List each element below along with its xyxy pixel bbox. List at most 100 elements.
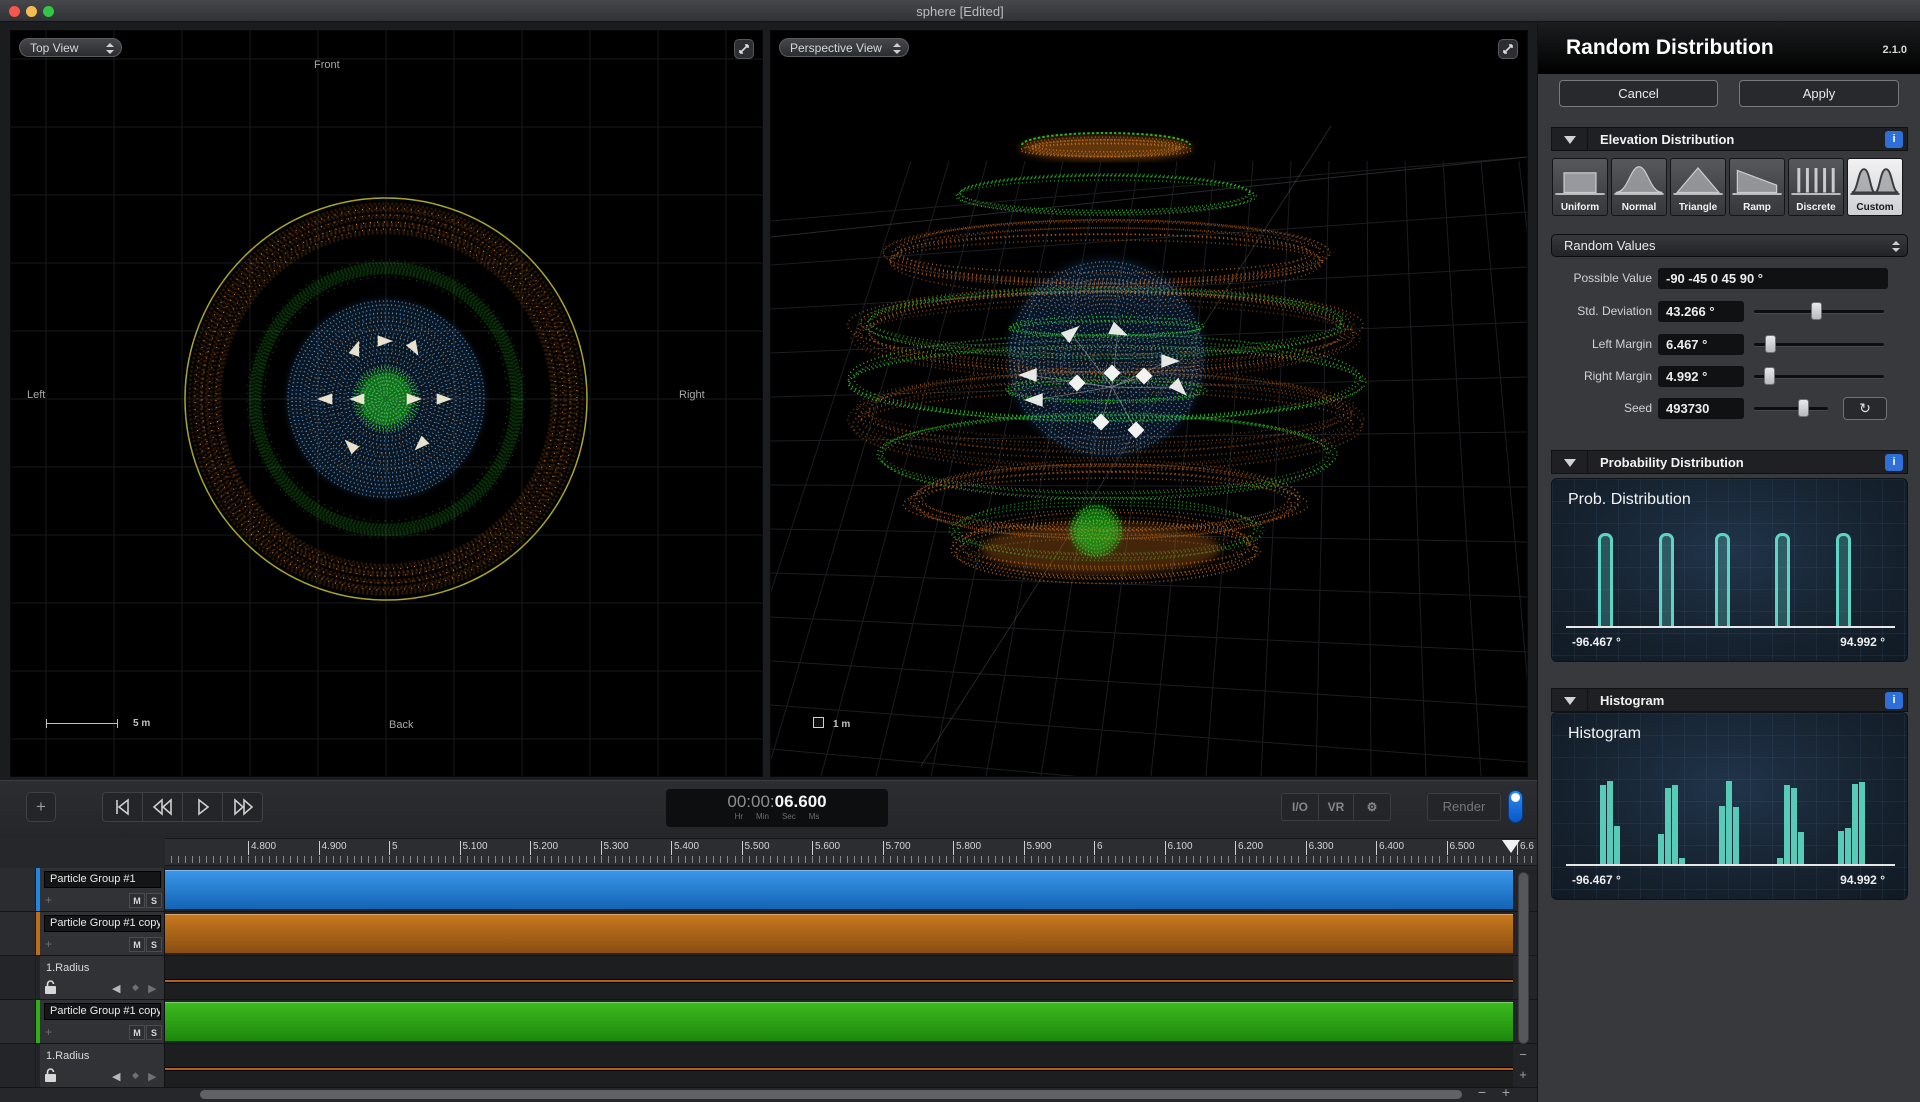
solo-button[interactable]: S: [146, 1025, 162, 1040]
view-selector-top[interactable]: Top View: [19, 38, 122, 57]
add-keyframe-icon[interactable]: ◆: [132, 982, 139, 993]
slider-thumb[interactable]: [1763, 367, 1775, 385]
timeline-ruler[interactable]: 4.800 4.900 5 5.100 5.200 5.300 5.400 5.500 5.60…: [165, 838, 1537, 866]
playhead-marker[interactable]: [1502, 840, 1520, 853]
dist-button-normal[interactable]: Normal: [1611, 158, 1667, 216]
values-mode-dropdown[interactable]: Random Values: [1551, 234, 1908, 257]
expand-viewport-icon[interactable]: [1498, 39, 1518, 59]
add-parameter-icon[interactable]: +: [45, 937, 52, 951]
track-lane[interactable]: [165, 956, 1513, 999]
timecode-display[interactable]: 00:00:06.600 Hr Min Sec Ms: [666, 789, 888, 827]
left-margin-slider[interactable]: [1754, 334, 1884, 355]
rewind-button[interactable]: [142, 792, 183, 822]
major-tick: [1235, 841, 1236, 855]
minor-tick: [1397, 856, 1399, 863]
possible-value-field[interactable]: -90 -45 0 45 90 °: [1658, 268, 1888, 289]
minor-tick: [1404, 856, 1406, 863]
track-lane[interactable]: [165, 912, 1513, 955]
apply-button[interactable]: Apply: [1739, 80, 1899, 107]
right-margin-field[interactable]: 4.992 °: [1658, 366, 1744, 387]
prev-keyframe-button[interactable]: ◀: [112, 982, 120, 995]
cancel-button[interactable]: Cancel: [1559, 80, 1718, 107]
vr-button[interactable]: VR: [1318, 793, 1354, 821]
track-header[interactable]: Particle Group #1 copy + M S: [40, 1000, 165, 1043]
mute-button[interactable]: M: [129, 893, 145, 908]
prev-keyframe-button[interactable]: ◀: [112, 1070, 120, 1083]
clip-region[interactable]: [165, 914, 1513, 953]
minor-tick: [226, 856, 228, 863]
std-deviation-field[interactable]: 43.266 °: [1658, 301, 1744, 322]
settings-gear-icon[interactable]: ⚙: [1353, 793, 1391, 821]
next-keyframe-button[interactable]: ▶: [148, 1070, 156, 1083]
track-header[interactable]: Particle Group #1 copy + M S: [40, 912, 165, 955]
add-parameter-icon[interactable]: +: [45, 893, 52, 907]
add-track-button[interactable]: +: [26, 792, 56, 822]
dist-button-ramp[interactable]: Ramp: [1729, 158, 1785, 216]
lock-icon[interactable]: [44, 1068, 57, 1083]
track-name-field[interactable]: Particle Group #1: [44, 871, 161, 888]
minor-tick: [1178, 856, 1180, 863]
track-lane[interactable]: [165, 1000, 1513, 1043]
zoom-in-vertical-button[interactable]: +: [1513, 1068, 1533, 1084]
info-icon[interactable]: i: [1885, 692, 1903, 709]
slider-thumb[interactable]: [1798, 399, 1810, 417]
view-selector-perspective[interactable]: Perspective View: [779, 38, 909, 57]
vertical-scrollbar[interactable]: [1518, 872, 1529, 1044]
dist-button-triangle[interactable]: Triangle: [1670, 158, 1726, 216]
track-name-field[interactable]: Particle Group #1 copy: [44, 1003, 161, 1020]
dist-button-discrete[interactable]: Discrete: [1788, 158, 1844, 216]
play-button[interactable]: [182, 792, 223, 822]
std-deviation-slider[interactable]: [1754, 301, 1884, 322]
solo-button[interactable]: S: [146, 893, 162, 908]
add-parameter-icon[interactable]: +: [45, 1025, 52, 1039]
collapse-triangle-icon[interactable]: [1552, 451, 1588, 473]
skip-start-button[interactable]: [102, 792, 143, 822]
seed-field[interactable]: 493730: [1658, 398, 1744, 419]
io-button[interactable]: I/O: [1281, 793, 1319, 821]
slider-thumb[interactable]: [1811, 302, 1823, 320]
automation-lane[interactable]: [165, 1044, 1513, 1087]
minor-tick: [515, 856, 517, 863]
viewport-top-view[interactable]: Top View Front Left Right Back 5 m: [10, 30, 763, 777]
zoom-out-horizontal-button[interactable]: −: [1472, 1085, 1492, 1101]
track-header[interactable]: 1.Radius ◀ ◆ ▶: [40, 956, 165, 999]
dist-button-uniform[interactable]: Uniform: [1552, 158, 1608, 216]
collapse-triangle-icon[interactable]: [1552, 128, 1588, 150]
slider-thumb[interactable]: [1764, 335, 1776, 353]
next-keyframe-button[interactable]: ▶: [148, 982, 156, 995]
histogram-bar: [1658, 834, 1665, 864]
minor-tick: [198, 856, 200, 863]
seed-slider[interactable]: [1754, 398, 1828, 419]
custom-dist-icon: [1848, 159, 1902, 204]
mute-button[interactable]: M: [129, 937, 145, 952]
render-button[interactable]: Render: [1427, 793, 1501, 821]
minor-tick: [1016, 856, 1018, 863]
track-header[interactable]: Particle Group #1 + M S: [40, 868, 165, 911]
reload-seed-button[interactable]: ↻: [1843, 397, 1887, 420]
clip-region[interactable]: [165, 1002, 1513, 1041]
horizontal-scrollbar[interactable]: [200, 1090, 1462, 1099]
info-icon[interactable]: i: [1885, 454, 1903, 471]
solo-button[interactable]: S: [146, 937, 162, 952]
expand-viewport-icon[interactable]: [734, 39, 754, 59]
lock-icon[interactable]: [44, 980, 57, 995]
collapse-triangle-icon[interactable]: [1552, 689, 1588, 711]
left-margin-field[interactable]: 6.467 °: [1658, 334, 1744, 355]
render-toggle[interactable]: [1508, 790, 1523, 823]
clip-region[interactable]: [165, 870, 1513, 909]
zoom-in-horizontal-button[interactable]: +: [1496, 1085, 1516, 1101]
automation-lane[interactable]: [165, 956, 1513, 999]
zoom-out-vertical-button[interactable]: −: [1513, 1048, 1533, 1064]
track-header[interactable]: 1.Radius ◀ ◆ ▶: [40, 1044, 165, 1087]
viewport-perspective[interactable]: Perspective View 1 m: [710, 30, 1647, 873]
dist-button-custom[interactable]: Custom: [1847, 158, 1903, 216]
chevron-updown-icon: [105, 42, 114, 55]
mute-button[interactable]: M: [129, 1025, 145, 1040]
track-lane[interactable]: [165, 1044, 1513, 1087]
info-icon[interactable]: i: [1885, 131, 1903, 148]
track-lane[interactable]: [165, 868, 1513, 911]
add-keyframe-icon[interactable]: ◆: [132, 1070, 139, 1081]
track-name-field[interactable]: Particle Group #1 copy: [44, 915, 161, 932]
right-margin-slider[interactable]: [1754, 366, 1884, 387]
fast-forward-button[interactable]: [222, 792, 263, 822]
